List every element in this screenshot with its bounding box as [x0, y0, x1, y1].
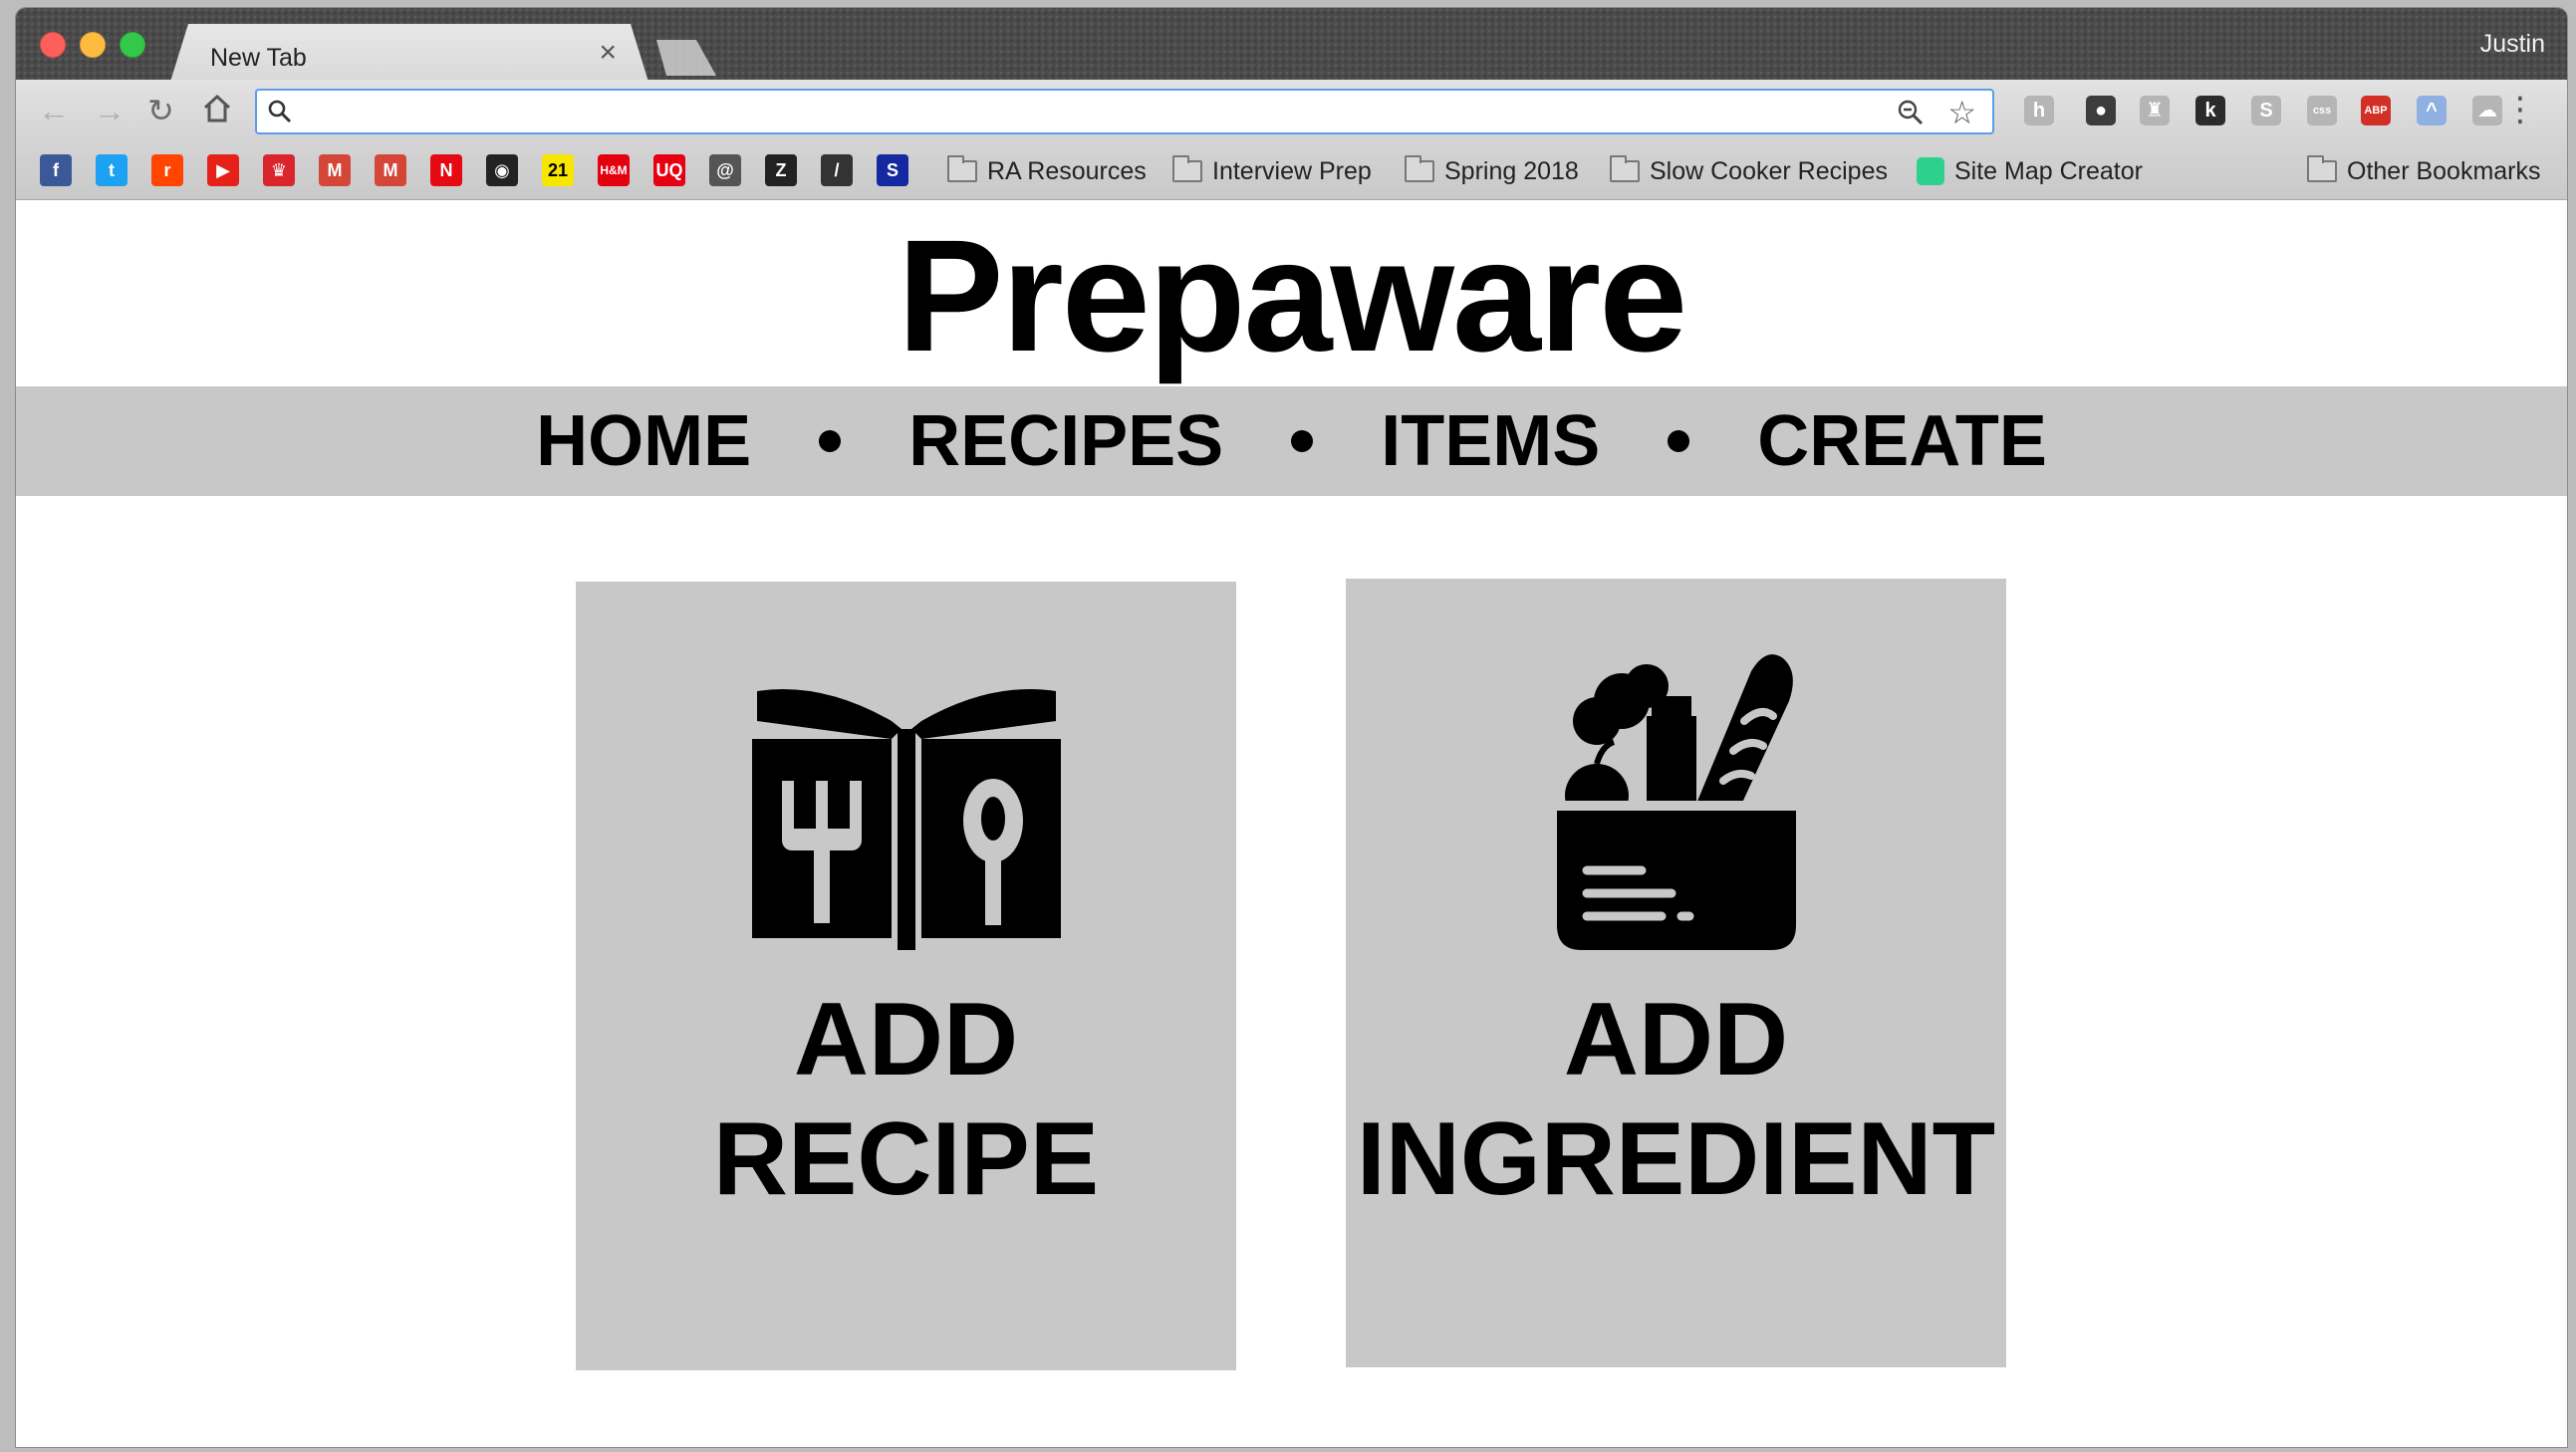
- samsung-icon[interactable]: S: [877, 154, 908, 186]
- folder-icon: [947, 155, 977, 182]
- minimize-window-button[interactable]: [80, 32, 106, 58]
- s-icon[interactable]: S: [2251, 96, 2281, 125]
- close-window-button[interactable]: [40, 32, 66, 58]
- bookmark-folder-slow-cooker-recipes[interactable]: Slow Cooker Recipes: [1610, 155, 1888, 187]
- forever21-icon[interactable]: 21: [542, 154, 574, 186]
- home-icon[interactable]: [202, 94, 232, 129]
- forward-arrow-icon[interactable]: →: [94, 94, 126, 127]
- uniqlo-icon[interactable]: UQ: [653, 154, 685, 186]
- address-bar[interactable]: ☆: [255, 89, 1994, 134]
- nav-separator: [819, 430, 842, 452]
- new-tab-button[interactable]: [646, 40, 716, 76]
- site-nav: HOME RECIPES ITEMS CREATE: [16, 386, 2567, 496]
- crown-icon[interactable]: ♛: [263, 154, 295, 186]
- nav-create[interactable]: CREATE: [1757, 386, 2047, 496]
- netflix-icon[interactable]: N: [430, 154, 462, 186]
- k-icon[interactable]: k: [2195, 96, 2225, 125]
- site-title: Prepaware: [897, 206, 1687, 384]
- folder-icon: [2307, 155, 2337, 182]
- green-dot-icon[interactable]: ●: [2086, 96, 2116, 125]
- bookmark-folder-ra-resources[interactable]: RA Resources: [947, 155, 1147, 187]
- tab-strip: New Tab × Justin: [16, 8, 2567, 80]
- reddit-icon[interactable]: r: [151, 154, 183, 186]
- gmail-icon[interactable]: M: [319, 154, 351, 186]
- nav-recipes[interactable]: RECIPES: [908, 386, 1223, 496]
- zoom-icon[interactable]: [1897, 99, 1925, 131]
- bookmark-star-icon[interactable]: ☆: [1947, 94, 1976, 131]
- facebook-icon[interactable]: f: [40, 154, 72, 186]
- bookmark-folder-spring-2018[interactable]: Spring 2018: [1405, 155, 1579, 187]
- tab-title: New Tab: [210, 44, 307, 72]
- tab-close-icon[interactable]: ×: [599, 38, 617, 68]
- folder-icon: [1405, 155, 1434, 182]
- bookmark-folder-other-bookmarks[interactable]: Other Bookmarks: [2307, 155, 2541, 187]
- twitter-icon[interactable]: t: [96, 154, 128, 186]
- bookmark-folder-interview-prep[interactable]: Interview Prep: [1172, 155, 1372, 187]
- h-icon[interactable]: h: [2024, 96, 2054, 125]
- page-content: Prepaware HOME RECIPES ITEMS CREATE ADD …: [16, 200, 2567, 1447]
- youtube-icon[interactable]: ▶: [207, 154, 239, 186]
- nav-home[interactable]: HOME: [536, 386, 751, 496]
- recipe-book-icon: [576, 681, 1236, 950]
- bookmarks-bar: f t r ▶ ♛ M M N ◉ 21 H&M UQ @ Z / S RA Resources Interv…: [16, 141, 2567, 200]
- zara-icon[interactable]: Z: [765, 154, 797, 186]
- profile-name[interactable]: Justin: [2480, 30, 2545, 59]
- reload-icon[interactable]: ↻: [147, 94, 174, 127]
- browser-window: New Tab × Justin ← → ↻ ☆ h ● ♜ k Scss ABP ^ ☁ ⋮…: [16, 8, 2567, 1447]
- add-ingredient-label-line2: INGREDIENT: [1356, 1101, 1996, 1217]
- site-map-icon: [1917, 157, 1944, 185]
- tab-new-tab[interactable]: New Tab ×: [170, 24, 648, 82]
- browser-toolbar: ← → ↻ ☆ h ● ♜ k Scss ABP ^ ☁ ⋮: [16, 80, 2567, 141]
- nav-separator: [1668, 430, 1690, 452]
- back-arrow-icon[interactable]: ←: [38, 94, 70, 127]
- gmail-icon-2[interactable]: M: [375, 154, 406, 186]
- add-recipe-label-line1: ADD: [793, 982, 1019, 1097]
- circle-icon[interactable]: ◉: [486, 154, 518, 186]
- css-icon[interactable]: css: [2307, 96, 2337, 125]
- trophy-icon[interactable]: ♜: [2140, 96, 2170, 125]
- adblock-icon[interactable]: ABP: [2361, 96, 2391, 125]
- search-icon: [267, 99, 293, 129]
- add-ingredient-label-line1: ADD: [1563, 982, 1789, 1097]
- browser-menu-icon[interactable]: ⋮: [2503, 90, 2537, 129]
- add-recipe-label-line2: RECIPE: [712, 1101, 1100, 1217]
- at-icon[interactable]: @: [709, 154, 741, 186]
- address-input[interactable]: [305, 95, 1903, 130]
- nav-separator: [1291, 430, 1314, 452]
- hm-icon[interactable]: H&M: [598, 154, 630, 186]
- grocery-bag-icon: [1346, 646, 2006, 955]
- rainbow-icon[interactable]: ^: [2417, 96, 2447, 125]
- slash-icon[interactable]: /: [821, 154, 853, 186]
- add-ingredient-card[interactable]: ADD INGREDIENT: [1346, 579, 2006, 1367]
- cloud-icon[interactable]: ☁: [2472, 96, 2502, 125]
- folder-icon: [1610, 155, 1640, 182]
- folder-icon: [1172, 155, 1202, 182]
- nav-items[interactable]: ITEMS: [1381, 386, 1600, 496]
- add-recipe-card[interactable]: ADD RECIPE: [576, 582, 1236, 1370]
- bookmark-site-map-creator[interactable]: Site Map Creator: [1917, 155, 2143, 187]
- maximize-window-button[interactable]: [120, 32, 145, 58]
